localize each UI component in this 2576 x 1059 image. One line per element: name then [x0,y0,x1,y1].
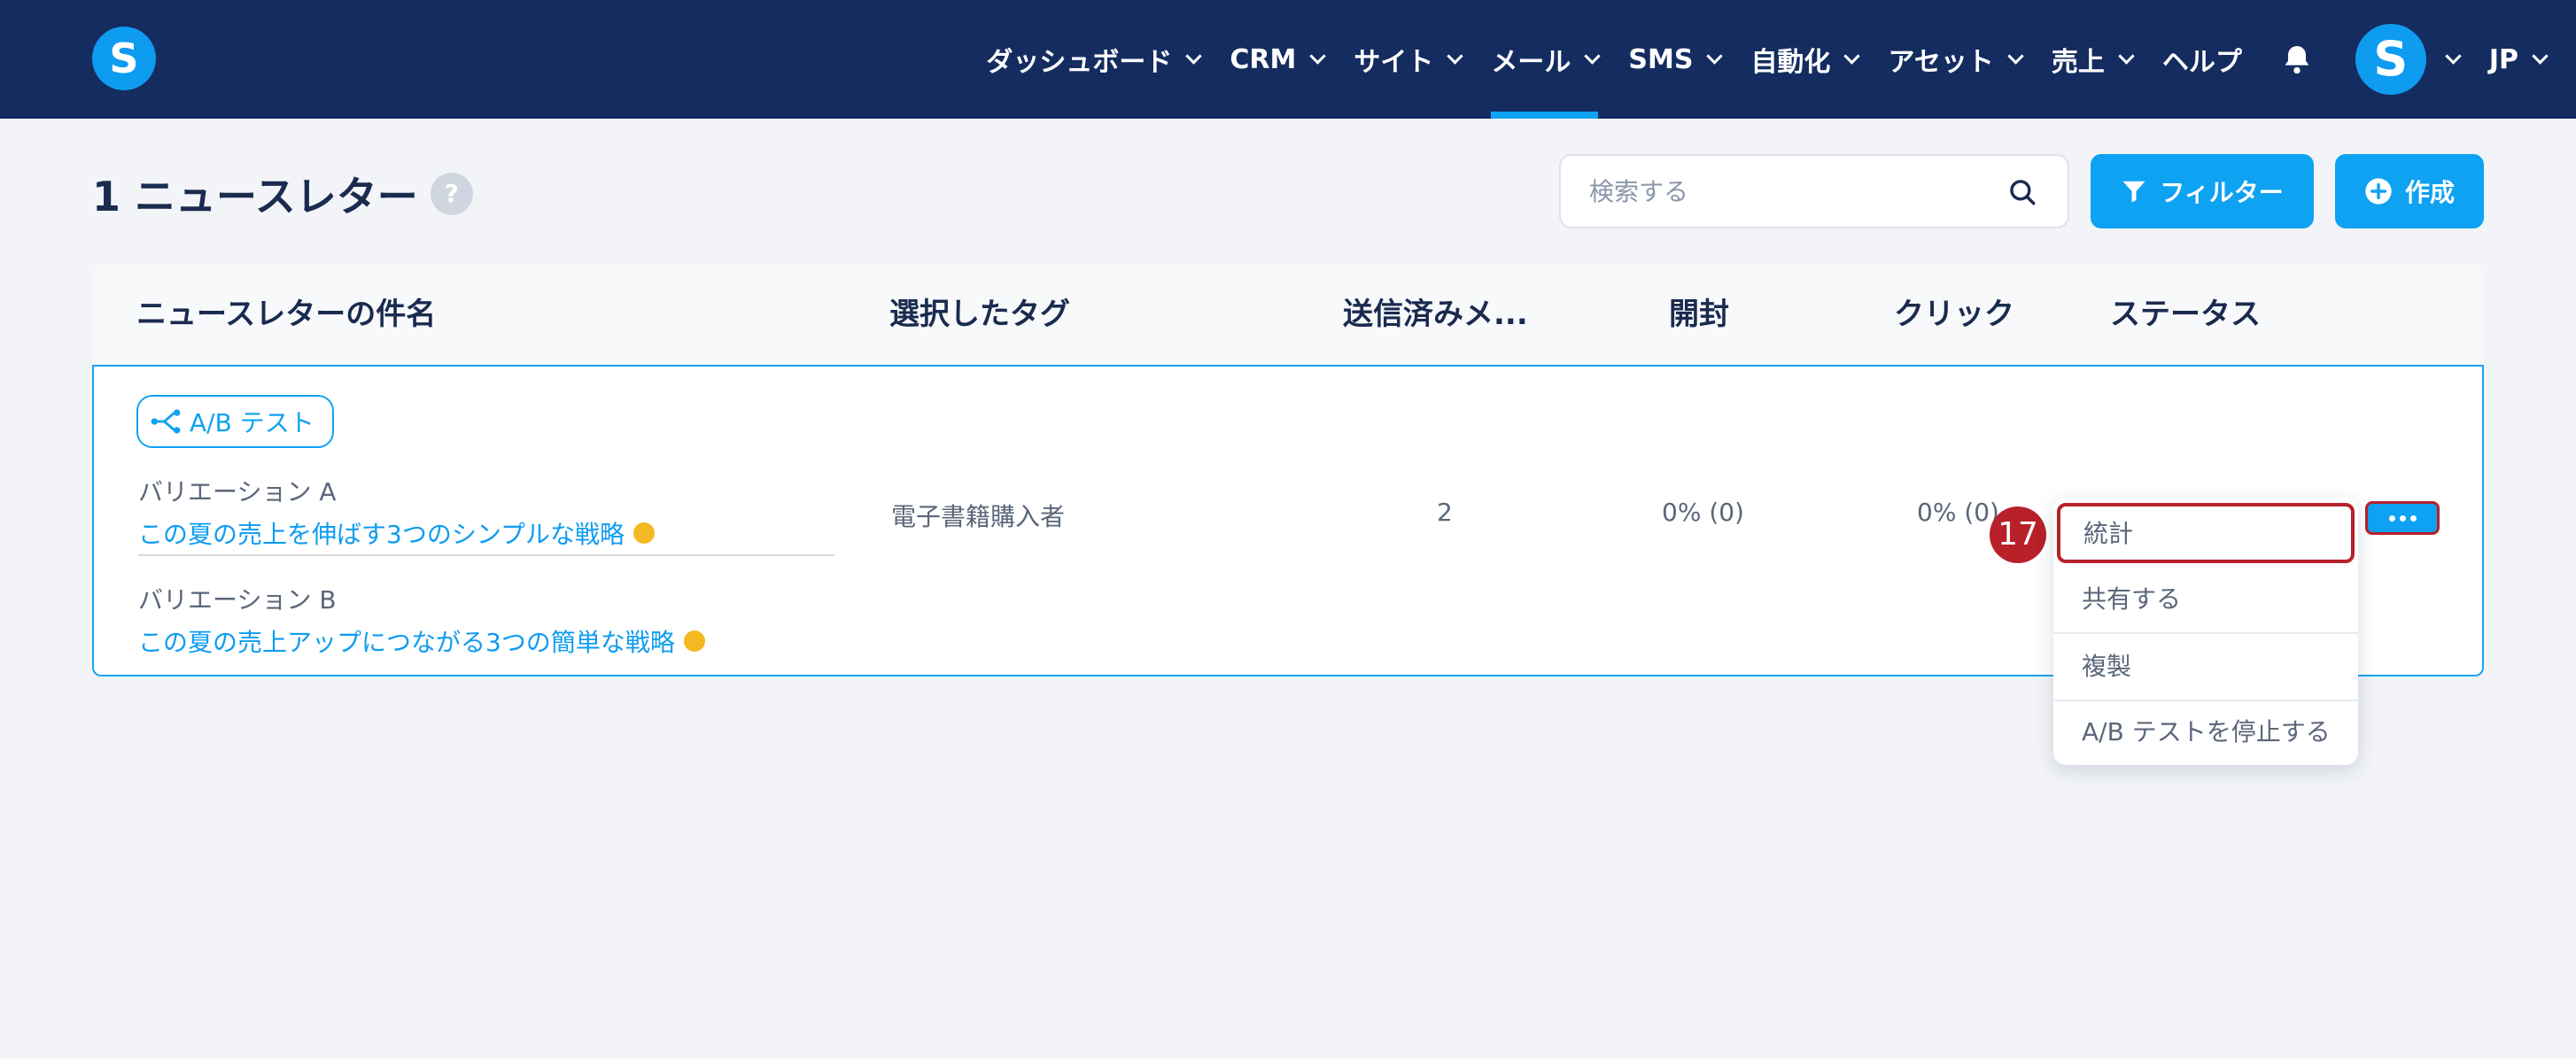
avatar: S [2355,24,2426,95]
nav-item-site[interactable]: サイト [1354,0,1464,119]
chevron-down-icon [1185,47,1203,65]
nav-item-dashboard[interactable]: ダッシュボード [986,0,1203,119]
bell-icon[interactable] [2279,42,2315,77]
top-nav: S ダッシュボード CRM サイト メール SMS 自動化 アセット 売上 ヘル… [0,0,2576,119]
menu-item-stats[interactable]: 統計 [2057,503,2355,563]
filter-button[interactable]: フィルター [2091,154,2314,228]
search-box [1559,154,2069,228]
divider [138,554,834,556]
column-sent[interactable]: 送信済みメ... [1343,264,1528,365]
page-title: 1 ニュースレター ? [92,165,473,223]
create-button[interactable]: 作成 [2335,154,2484,228]
dot-icon [2399,514,2406,522]
variation-a-label: バリエーション A [138,477,337,506]
step-badge: 17 [1990,506,2046,563]
more-actions-button[interactable] [2365,501,2440,535]
tag-cell: 電子書籍購入者 [891,502,1066,531]
nav-item-sms[interactable]: SMS [1628,0,1724,119]
chevron-down-icon [1309,47,1327,65]
filter-icon [2122,181,2145,203]
actions-dropdown: 統計 共有する 複製 A/B テストを停止する [2053,498,2358,765]
nav-item-sales[interactable]: 売上 [2052,0,2135,119]
help-icon[interactable]: ? [430,173,473,215]
menu-item-stop-ab-test[interactable]: A/B テストを停止する [2053,700,2358,765]
column-clicks[interactable]: クリック [1894,264,2014,365]
dot-icon [2409,514,2417,522]
variation-b-label: バリエーション B [138,585,337,615]
chevron-down-icon [1447,47,1464,65]
opens-cell: 0% (0) [1662,498,1744,527]
clicks-cell: 0% (0) [1917,498,1999,527]
nav-item-email[interactable]: メール [1491,0,1602,119]
menu-item-share[interactable]: 共有する [2053,567,2358,632]
dot-icon [2388,514,2395,522]
plus-circle-icon [2365,178,2392,205]
ab-test-badge: A/B テスト [136,395,334,448]
nav-menu: ダッシュボード CRM サイト メール SMS 自動化 アセット 売上 ヘルプ … [986,0,2576,119]
search-input[interactable] [1589,156,1997,227]
language-selector[interactable]: JP [2489,0,2549,119]
column-tags[interactable]: 選択したタグ [889,264,1070,365]
account-menu[interactable]: S [2355,24,2462,95]
nav-item-assets[interactable]: アセット [1888,0,2024,119]
logo[interactable]: S [92,27,156,90]
chevron-down-icon [2007,47,2024,65]
chevron-down-icon [1706,47,1724,65]
column-opens[interactable]: 開封 [1669,264,1729,365]
nav-item-crm[interactable]: CRM [1230,0,1327,119]
variation-b-link[interactable]: この夏の売上アップにつながる3つの簡単な戦略 [138,623,705,659]
chevron-down-icon [1843,47,1861,65]
table-header: ニュースレターの件名 選択したタグ 送信済みメ... 開封 クリック ステータス [92,264,2484,365]
column-status[interactable]: ステータス [2110,264,2261,365]
column-subject[interactable]: ニュースレターの件名 [136,264,436,365]
split-icon [151,409,181,434]
chevron-down-icon [1584,47,1602,65]
chevron-down-icon [2118,47,2135,65]
search-icon[interactable] [2007,177,2037,207]
smiley-emoji-icon [683,630,705,652]
chevron-down-icon [2445,47,2462,65]
chevron-down-icon [2532,47,2549,65]
nav-item-help[interactable]: ヘルプ [2162,0,2242,119]
menu-item-duplicate[interactable]: 複製 [2053,634,2358,700]
smiley-emoji-icon [632,522,655,544]
sent-cell: 2 [1437,498,1453,527]
variation-a-link[interactable]: この夏の売上を伸ばす3つのシンプルな戦略 [138,515,655,551]
nav-item-automation[interactable]: 自動化 [1750,0,1861,119]
